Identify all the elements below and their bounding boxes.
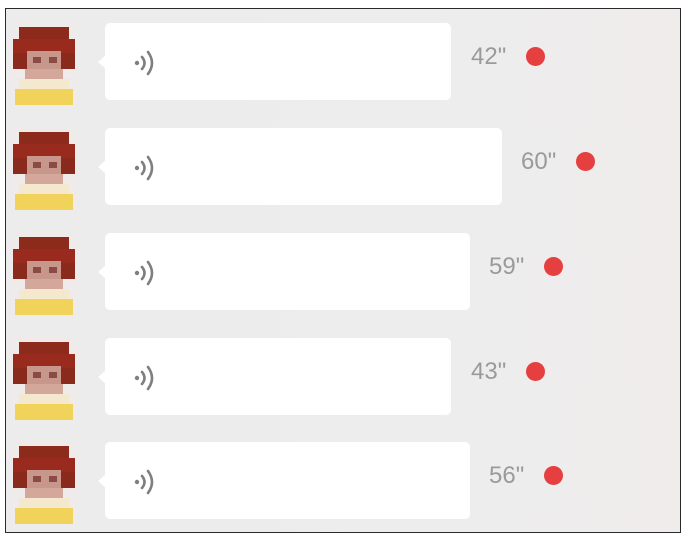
voice-message-row: 59" bbox=[6, 225, 680, 325]
avatar-pixel-image bbox=[11, 231, 77, 315]
voice-message-bubble[interactable] bbox=[98, 442, 470, 519]
voice-wave-icon bbox=[134, 469, 154, 495]
avatar-pixel-image bbox=[11, 336, 77, 420]
unread-dot bbox=[544, 466, 563, 485]
unread-dot bbox=[526, 362, 545, 381]
avatar[interactable] bbox=[11, 21, 77, 105]
voice-duration: 59" bbox=[489, 253, 525, 280]
voice-message-bubble[interactable] bbox=[98, 128, 502, 205]
voice-message-row: 60" bbox=[6, 120, 680, 220]
voice-duration: 42" bbox=[471, 43, 507, 70]
voice-duration: 43" bbox=[471, 358, 507, 385]
avatar-pixel-image bbox=[11, 126, 77, 210]
voice-wave-icon bbox=[134, 365, 154, 391]
unread-dot bbox=[544, 257, 563, 276]
voice-message-row: 42" bbox=[6, 15, 680, 115]
voice-message-bubble[interactable] bbox=[98, 338, 451, 415]
voice-duration: 60" bbox=[521, 148, 557, 175]
avatar[interactable] bbox=[11, 440, 77, 524]
voice-message-row: 56" bbox=[6, 434, 680, 532]
unread-dot bbox=[576, 152, 595, 171]
avatar[interactable] bbox=[11, 336, 77, 420]
avatar-pixel-image bbox=[11, 21, 77, 105]
avatar[interactable] bbox=[11, 126, 77, 210]
unread-dot bbox=[526, 47, 545, 66]
voice-message-bubble[interactable] bbox=[98, 233, 470, 310]
voice-message-bubble[interactable] bbox=[98, 23, 451, 100]
chat-frame: 42" 60" 59" 43" 56" bbox=[5, 8, 681, 533]
voice-wave-icon bbox=[134, 155, 154, 181]
voice-wave-icon bbox=[134, 260, 154, 286]
voice-wave-icon bbox=[134, 50, 154, 76]
avatar[interactable] bbox=[11, 231, 77, 315]
voice-message-row: 43" bbox=[6, 330, 680, 430]
voice-duration: 56" bbox=[489, 462, 525, 489]
avatar-pixel-image bbox=[11, 440, 77, 524]
